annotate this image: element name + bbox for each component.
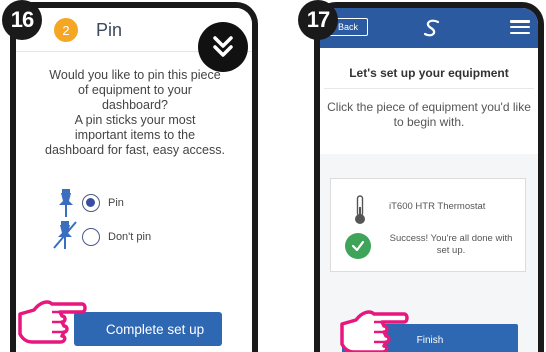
instruction-line: Click the piece of equipment you'd like xyxy=(327,100,531,114)
unpin-icon xyxy=(52,220,78,255)
phone-screen-equipment: Back Let's set up your equipment Click t… xyxy=(314,2,544,352)
question-line: Would you like to pin this piece xyxy=(49,68,221,82)
thermometer-icon xyxy=(353,195,367,230)
page-title: Pin xyxy=(96,20,123,40)
success-line: set up. xyxy=(436,245,466,256)
pin-option-label: Pin xyxy=(108,197,124,209)
pin-icon xyxy=(56,188,76,223)
instruction-text: Click the piece of equipment you'd like … xyxy=(326,100,532,130)
question-line: dashboard for fast, easy access. xyxy=(45,143,225,157)
pin-question: Would you like to pin this piece of equi… xyxy=(30,68,240,158)
s-logo-icon xyxy=(420,16,444,45)
divider xyxy=(324,88,534,89)
step-badge-16: 16 xyxy=(2,0,42,40)
pointing-hand-icon xyxy=(338,306,410,352)
question-line: A pin sticks your most xyxy=(74,113,196,127)
hamburger-menu-icon[interactable] xyxy=(510,20,530,34)
dont-pin-option-label: Don't pin xyxy=(108,231,152,243)
pointing-hand-icon xyxy=(16,296,88,351)
app-header: Back xyxy=(320,8,538,48)
question-line: of equipment to your xyxy=(78,83,192,97)
success-line: Success! You're all done with xyxy=(389,233,513,244)
instruction-line: to begin with. xyxy=(393,115,465,129)
dont-pin-radio[interactable] xyxy=(82,228,100,246)
equipment-card[interactable]: iT600 HTR Thermostat Success! You're all… xyxy=(330,178,526,272)
double-chevron-down-icon[interactable] xyxy=(198,22,248,72)
step-number-badge: 2 xyxy=(54,18,78,42)
success-check-icon xyxy=(345,233,371,259)
success-message: Success! You're all done with set up. xyxy=(381,233,521,257)
step-badge-17: 17 xyxy=(298,0,338,40)
device-name: iT600 HTR Thermostat xyxy=(389,201,486,212)
page-title: Let's set up your equipment xyxy=(349,66,509,80)
question-line: dashboard? xyxy=(101,98,169,112)
complete-setup-button[interactable]: Complete set up xyxy=(74,312,222,346)
pin-radio[interactable] xyxy=(82,194,100,212)
question-line: important items to the xyxy=(74,128,196,142)
